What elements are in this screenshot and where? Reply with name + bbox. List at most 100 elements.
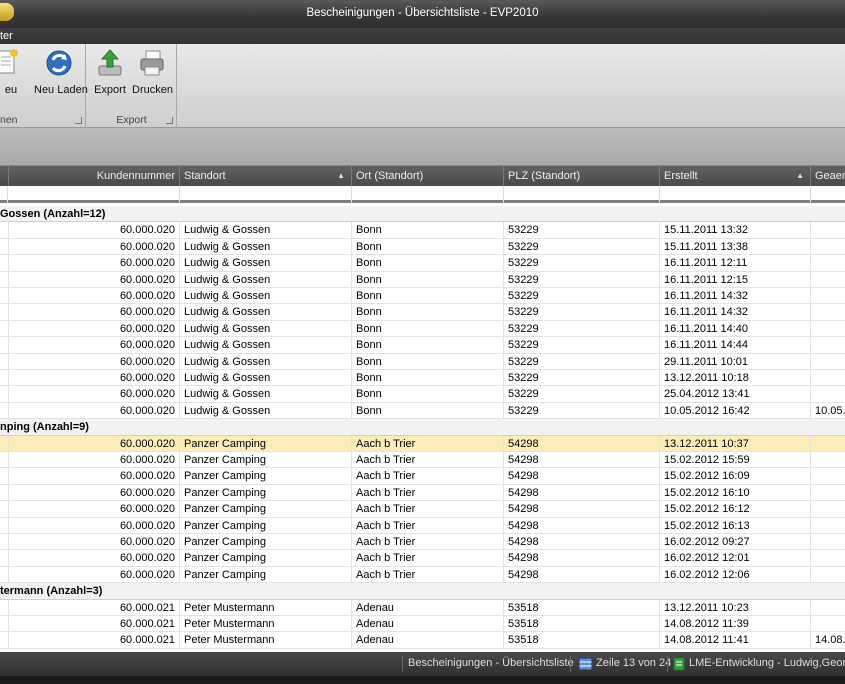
group-row[interactable]: Gossen (Anzahl=12): [0, 206, 845, 223]
cell-plz[interactable]: 54298: [504, 452, 660, 469]
cell-plz[interactable]: 53229: [504, 255, 660, 272]
cell-kundennummer[interactable]: 60.000.020: [8, 304, 180, 321]
cell-kundennummer[interactable]: 60.000.020: [8, 370, 180, 387]
cell-ort[interactable]: Bonn: [352, 238, 504, 256]
cell-erstellt[interactable]: 16.11.2011 14:32: [660, 304, 811, 321]
cell-standort[interactable]: Panzer Camping: [180, 501, 352, 518]
table-row[interactable]: 60.000.021 Peter Mustermann Adenau 53518 14.…: [0, 632, 845, 649]
table-row[interactable]: 60.000.020 Ludwig & Gossen Bonn 53229 10.05.…: [0, 402, 845, 420]
header-standort[interactable]: Standort ▲: [180, 166, 352, 186]
cell-ort[interactable]: Bonn: [352, 402, 504, 420]
cell-geaendert[interactable]: [811, 272, 845, 288]
cell-standort[interactable]: Panzer Camping: [180, 550, 352, 567]
cell-ort[interactable]: Aach b Trier: [352, 517, 504, 534]
cell-erstellt[interactable]: 13.12.2011 10:18: [660, 370, 811, 387]
cell-plz[interactable]: 54298: [504, 534, 660, 551]
cell-ort[interactable]: Aach b Trier: [352, 468, 504, 485]
cell-plz[interactable]: 53229: [504, 402, 660, 420]
cell-geaendert[interactable]: [811, 386, 845, 403]
table-row[interactable]: 60.000.020 Ludwig & Gossen Bonn 53229 16.11.…: [0, 304, 845, 321]
cell-geaendert[interactable]: [811, 468, 845, 485]
table-row[interactable]: 60.000.020 Ludwig & Gossen Bonn 53229 16.11.…: [0, 337, 845, 354]
table-row[interactable]: 60.000.021 Peter Mustermann Adenau 53518 13.…: [0, 599, 845, 616]
table-row[interactable]: 60.000.020 Panzer Camping Aach b Trier 5429…: [0, 468, 845, 485]
cell-kundennummer[interactable]: 60.000.020: [8, 402, 180, 420]
cell-standort[interactable]: Ludwig & Gossen: [180, 238, 352, 256]
cell-ort[interactable]: Aach b Trier: [352, 566, 504, 584]
cell-ort[interactable]: Aach b Trier: [352, 501, 504, 518]
table-row[interactable]: 60.000.020 Ludwig & Gossen Bonn 53229 16.11.…: [0, 288, 845, 305]
cell-ort[interactable]: Bonn: [352, 337, 504, 354]
cell-standort[interactable]: Ludwig & Gossen: [180, 271, 352, 288]
cell-ort[interactable]: Bonn: [352, 271, 504, 288]
cell-ort[interactable]: Bonn: [352, 370, 504, 387]
cell-geaendert[interactable]: [811, 354, 845, 370]
cell-plz[interactable]: 53229: [504, 337, 660, 354]
cell-kundennummer[interactable]: 60.000.020: [8, 468, 180, 485]
cell-standort[interactable]: Panzer Camping: [180, 534, 352, 551]
cell-kundennummer[interactable]: 60.000.020: [8, 435, 180, 452]
cell-erstellt[interactable]: 16.11.2011 14:32: [660, 288, 811, 305]
cell-standort[interactable]: Peter Mustermann: [180, 616, 352, 633]
cell-plz[interactable]: 53518: [504, 616, 660, 633]
table-row[interactable]: 60.000.020 Panzer Camping Aach b Trier 5429…: [0, 484, 845, 502]
cell-erstellt[interactable]: 15.02.2012 16:10: [660, 484, 811, 502]
cell-ort[interactable]: Aach b Trier: [352, 484, 504, 502]
cell-erstellt[interactable]: 25.04.2012 13:41: [660, 386, 811, 403]
cell-geaendert[interactable]: [811, 616, 845, 633]
table-row[interactable]: 60.000.020 Ludwig & Gossen Bonn 53229 15.11.…: [0, 222, 845, 239]
cell-plz[interactable]: 54298: [504, 517, 660, 534]
cell-geaendert[interactable]: 14.08.20: [811, 632, 845, 649]
cell-ort[interactable]: Bonn: [352, 288, 504, 305]
filter-kundennummer[interactable]: [8, 186, 180, 203]
cell-kundennummer[interactable]: 60.000.020: [8, 255, 180, 272]
cell-erstellt[interactable]: 15.02.2012 16:12: [660, 501, 811, 518]
cell-kundennummer[interactable]: 60.000.020: [8, 452, 180, 469]
cell-ort[interactable]: Adenau: [352, 599, 504, 616]
data-grid[interactable]: Kundennummer Standort ▲ Ort (Standort) PL…: [0, 166, 845, 652]
cell-erstellt[interactable]: 16.02.2012 12:06: [660, 566, 811, 584]
group-row[interactable]: termann (Anzahl=3): [0, 583, 845, 600]
table-row[interactable]: 60.000.021 Peter Mustermann Adenau 53518 14.…: [0, 616, 845, 633]
new-button[interactable]: eu: [0, 48, 26, 104]
cell-erstellt[interactable]: 13.12.2011 10:37: [660, 435, 811, 452]
table-row[interactable]: 60.000.020 Panzer Camping Aach b Trier 5429…: [0, 534, 845, 551]
cell-geaendert[interactable]: 10.05.20: [811, 403, 845, 420]
filter-geaendert[interactable]: [811, 186, 845, 203]
cell-standort[interactable]: Panzer Camping: [180, 435, 352, 452]
cell-kundennummer[interactable]: 60.000.020: [8, 222, 180, 239]
cell-erstellt[interactable]: 29.11.2011 10:01: [660, 353, 811, 370]
table-row[interactable]: 60.000.020 Ludwig & Gossen Bonn 53229 16.11.…: [0, 271, 845, 288]
cell-erstellt[interactable]: 13.12.2011 10:23: [660, 599, 811, 616]
cell-erstellt[interactable]: 16.11.2011 14:40: [660, 320, 811, 338]
cell-plz[interactable]: 54298: [504, 468, 660, 485]
table-row[interactable]: 60.000.020 Panzer Camping Aach b Trier 5429…: [0, 501, 845, 518]
cell-plz[interactable]: 53229: [504, 386, 660, 403]
cell-kundennummer[interactable]: 60.000.020: [8, 386, 180, 403]
cell-plz[interactable]: 54298: [504, 435, 660, 452]
cell-ort[interactable]: Aach b Trier: [352, 435, 504, 452]
cell-geaendert[interactable]: [811, 370, 845, 387]
cell-standort[interactable]: Ludwig & Gossen: [180, 370, 352, 387]
cell-erstellt[interactable]: 15.02.2012 16:13: [660, 517, 811, 534]
cell-kundennummer[interactable]: 60.000.021: [8, 599, 180, 616]
cell-standort[interactable]: Ludwig & Gossen: [180, 320, 352, 338]
cell-standort[interactable]: Ludwig & Gossen: [180, 353, 352, 370]
cell-geaendert[interactable]: [811, 436, 845, 452]
table-row[interactable]: 60.000.020 Ludwig & Gossen Bonn 53229 16.11.…: [0, 255, 845, 272]
cell-erstellt[interactable]: 10.05.2012 16:42: [660, 402, 811, 420]
cell-plz[interactable]: 53229: [504, 238, 660, 256]
cell-erstellt[interactable]: 16.11.2011 12:11: [660, 255, 811, 272]
cell-ort[interactable]: Bonn: [352, 320, 504, 338]
cell-kundennummer[interactable]: 60.000.021: [8, 632, 180, 649]
cell-kundennummer[interactable]: 60.000.020: [8, 337, 180, 354]
cell-kundennummer[interactable]: 60.000.020: [8, 271, 180, 288]
cell-erstellt[interactable]: 15.02.2012 16:09: [660, 468, 811, 485]
cell-standort[interactable]: Panzer Camping: [180, 517, 352, 534]
cell-geaendert[interactable]: [811, 534, 845, 551]
filter-standort[interactable]: [180, 186, 352, 203]
print-button[interactable]: Drucken: [132, 48, 173, 104]
cell-erstellt[interactable]: 15.11.2011 13:38: [660, 238, 811, 256]
cell-standort[interactable]: Ludwig & Gossen: [180, 386, 352, 403]
cell-plz[interactable]: 53229: [504, 353, 660, 370]
